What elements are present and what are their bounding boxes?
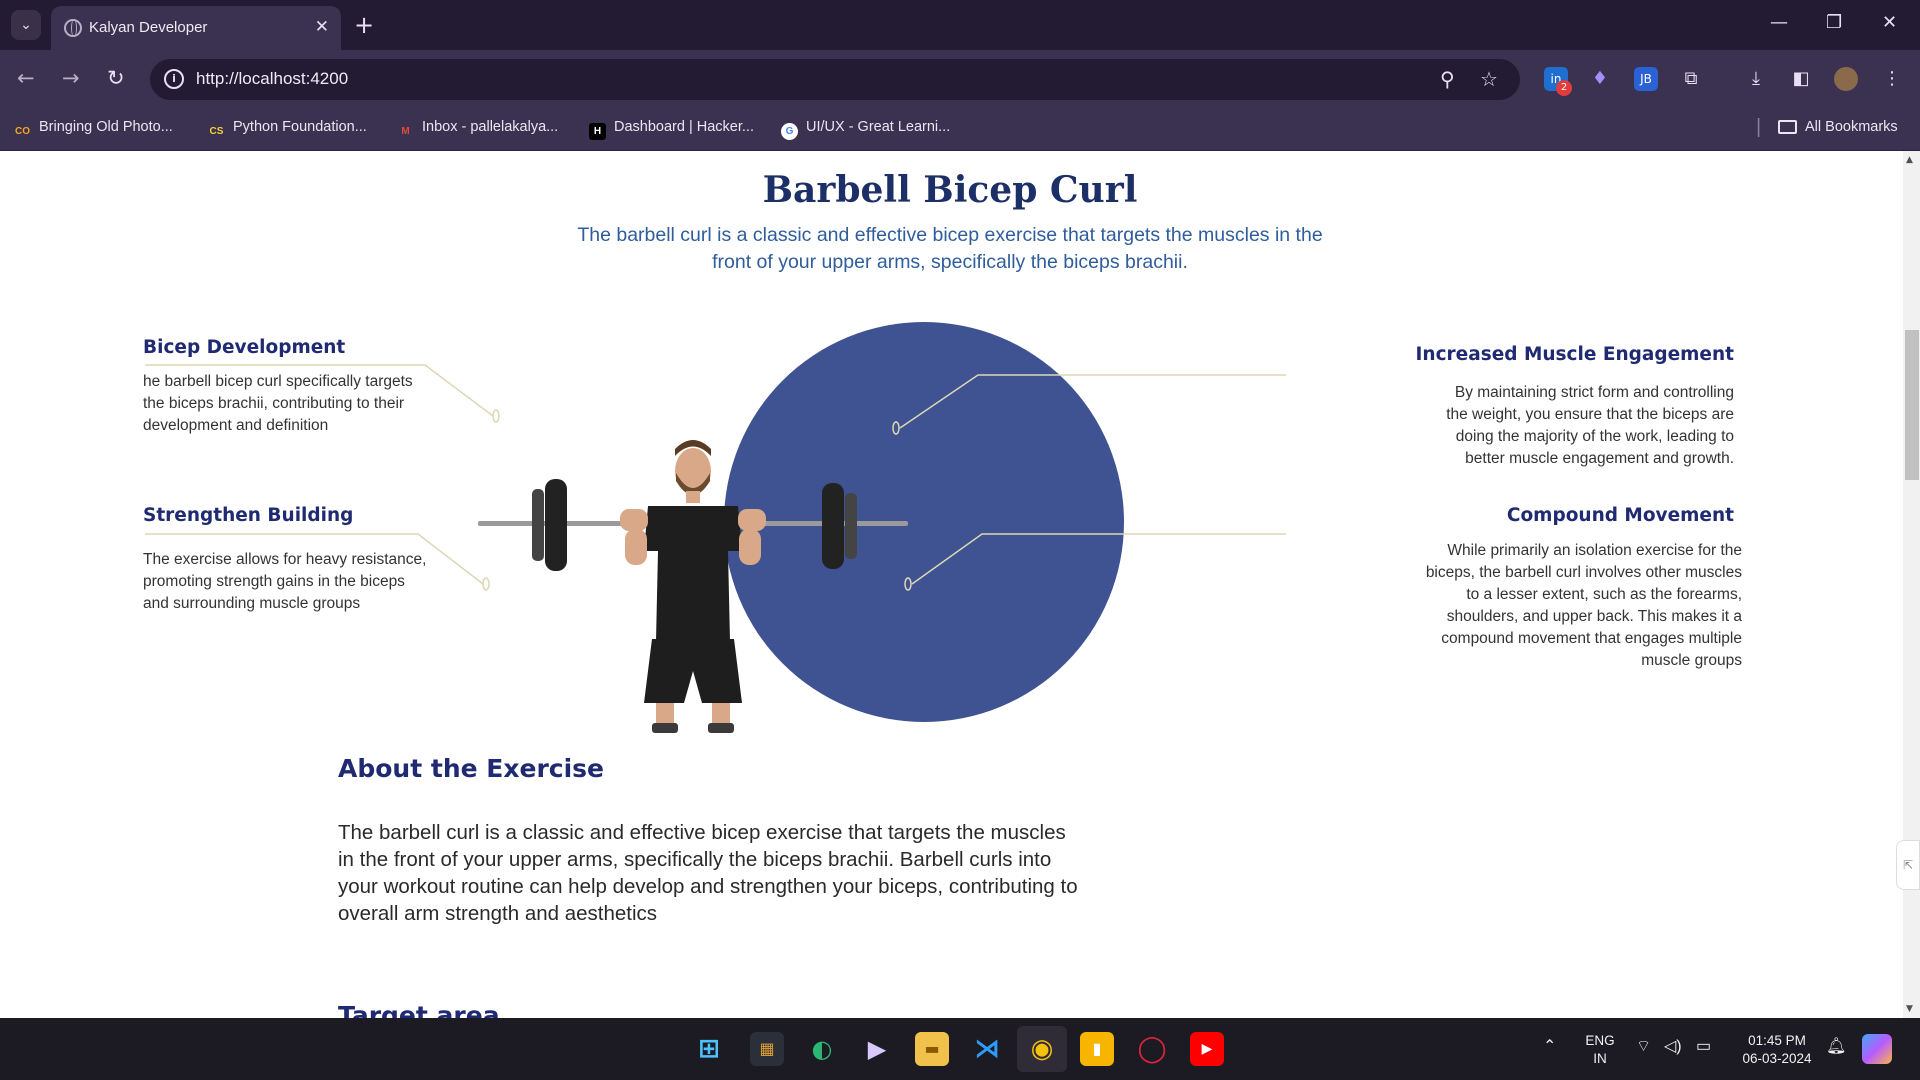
file-explorer-icon[interactable]: ▬ bbox=[915, 1032, 949, 1066]
feature-title: Compound Movement bbox=[1506, 505, 1734, 526]
clock-time: 01:45 PM bbox=[1748, 1033, 1806, 1048]
folder-icon bbox=[1778, 120, 1797, 134]
feature-text: The exercise allows for heavy resistance… bbox=[143, 551, 427, 612]
tray-chevron-icon[interactable]: ⌃ bbox=[1543, 1038, 1556, 1056]
start-windows-icon[interactable]: ⊞ bbox=[692, 1032, 726, 1066]
wifi-icon[interactable]: ⌔ bbox=[1636, 1038, 1651, 1056]
all-bookmarks-button[interactable]: All Bookmarks bbox=[1778, 119, 1898, 135]
bookmark-item[interactable]: CO Bringing Old Photo... bbox=[14, 119, 173, 140]
connector-node bbox=[482, 577, 490, 591]
notification-bell-icon[interactable]: 🔔︎ bbox=[1826, 1038, 1846, 1056]
flame-extension-icon[interactable]: ♦ bbox=[1588, 67, 1612, 91]
scrollbar-thumb[interactable] bbox=[1905, 330, 1919, 480]
media-player-icon[interactable]: ▶ bbox=[860, 1032, 894, 1066]
connector-node bbox=[492, 409, 500, 423]
feature-text: he barbell bicep curl specifically targe… bbox=[143, 373, 413, 434]
feature-title: Strengthen Building bbox=[143, 505, 354, 526]
close-tab-icon[interactable]: ✕ bbox=[315, 17, 329, 37]
bookmark-item[interactable]: H Dashboard | Hacker... bbox=[589, 119, 754, 140]
browser-toolbar: ← → ↻ i http://localhost:4200 ⚲ ☆ in 2 ♦… bbox=[0, 50, 1920, 108]
tab-search-chevron-icon[interactable]: ⌄ bbox=[11, 10, 41, 40]
new-tab-plus-icon[interactable]: + bbox=[354, 10, 374, 40]
clock-date: 06-03-2024 bbox=[1742, 1051, 1812, 1066]
feature-text: While primarily an isolation exercise fo… bbox=[1425, 542, 1742, 669]
gmail-icon: M bbox=[401, 126, 410, 137]
opera-icon[interactable]: ◯ bbox=[1135, 1032, 1169, 1066]
minimize-icon[interactable]: — bbox=[1770, 12, 1788, 33]
bookmark-item[interactable]: G UI/UX - Great Learni... bbox=[781, 119, 950, 140]
tab-bar: ⌄ Kalyan Developer ✕ + — ❐ ✕ bbox=[0, 0, 1920, 50]
cs-icon: CS bbox=[209, 126, 224, 137]
restore-icon[interactable]: ❐ bbox=[1826, 12, 1842, 33]
forward-arrow-icon[interactable]: → bbox=[62, 66, 80, 90]
menu-kebab-icon[interactable]: ⋮ bbox=[1880, 67, 1904, 91]
battery-icon[interactable]: ▭ bbox=[1696, 1038, 1711, 1056]
page-viewport: Barbell Bicep Curl The barbell curl is a… bbox=[0, 151, 1903, 1018]
store-icon[interactable]: ▦ bbox=[750, 1032, 784, 1066]
bookmarks-divider: | bbox=[1756, 116, 1762, 138]
bookmark-item[interactable]: M Inbox - pallelakalya... bbox=[397, 119, 558, 140]
about-text: The barbell curl is a classic and effect… bbox=[338, 821, 1078, 925]
feature-title: Bicep Development bbox=[143, 337, 346, 358]
reload-icon[interactable]: ↻ bbox=[107, 66, 125, 90]
globe-icon bbox=[64, 19, 82, 37]
feature-title: Increased Muscle Engagement bbox=[1415, 344, 1734, 365]
extension-badge: 2 bbox=[1556, 80, 1572, 96]
side-panel-icon[interactable]: ◧ bbox=[1789, 67, 1813, 91]
volume-icon[interactable]: ◁) bbox=[1664, 1038, 1682, 1056]
keep-notes-icon[interactable]: ▮ bbox=[1080, 1032, 1114, 1066]
scroll-down-arrow-icon[interactable]: ▼ bbox=[1906, 1004, 1913, 1014]
close-window-icon[interactable]: ✕ bbox=[1882, 12, 1897, 33]
colab-icon: CO bbox=[15, 126, 30, 137]
clock[interactable]: 01:45 PM 06-03-2024 bbox=[1732, 1032, 1822, 1068]
profile-avatar[interactable] bbox=[1834, 67, 1858, 91]
back-arrow-icon[interactable]: ← bbox=[17, 66, 35, 90]
bookmark-star-icon[interactable]: ☆ bbox=[1480, 67, 1498, 91]
extensions-puzzle-icon[interactable]: ⧉ bbox=[1679, 67, 1703, 91]
windows-taskbar: ⊞ ▦ ◐ ▶ ▬ ⋊ ◉ ▮ ◯ ▶ ⌃ ENG IN ⌔ ◁) ▭ 01:4… bbox=[0, 1018, 1920, 1080]
feature-text: By maintaining strict form and controlli… bbox=[1446, 384, 1734, 467]
site-info-icon[interactable]: i bbox=[164, 69, 184, 89]
copilot-icon[interactable] bbox=[1862, 1034, 1892, 1064]
google-icon: G bbox=[781, 123, 798, 140]
region-code: IN bbox=[1593, 1051, 1607, 1066]
target-area-title: Target area bbox=[338, 1001, 500, 1018]
youtube-icon[interactable]: ▶ bbox=[1190, 1032, 1224, 1066]
chrome-icon[interactable]: ◉ bbox=[1025, 1032, 1059, 1066]
url-text[interactable]: http://localhost:4200 bbox=[196, 69, 348, 89]
side-widget-tab[interactable]: ⇱ bbox=[1896, 840, 1920, 890]
browser-tab-active[interactable]: Kalyan Developer ✕ bbox=[51, 6, 341, 50]
vscode-icon[interactable]: ⋊ bbox=[970, 1032, 1004, 1066]
download-icon[interactable]: ⤓ bbox=[1744, 67, 1768, 91]
address-bar[interactable]: i http://localhost:4200 ⚲ ☆ bbox=[150, 59, 1520, 100]
bookmarks-bar: CO Bringing Old Photo... CS Python Foundat… bbox=[0, 108, 1920, 151]
scroll-up-arrow-icon[interactable]: ▲ bbox=[1906, 155, 1913, 165]
bookmark-item[interactable]: CS Python Foundation... bbox=[208, 119, 367, 140]
hackerrank-icon: H bbox=[589, 123, 606, 140]
language-code: ENG bbox=[1585, 1033, 1615, 1048]
language-indicator[interactable]: ENG IN bbox=[1580, 1032, 1620, 1068]
jb-extension-icon[interactable]: JB bbox=[1634, 67, 1658, 91]
edge-icon[interactable]: ◐ bbox=[805, 1032, 839, 1066]
zoom-magnifier-icon[interactable]: ⚲ bbox=[1440, 67, 1455, 91]
about-title: About the Exercise bbox=[338, 754, 604, 783]
tab-title: Kalyan Developer bbox=[89, 19, 208, 36]
